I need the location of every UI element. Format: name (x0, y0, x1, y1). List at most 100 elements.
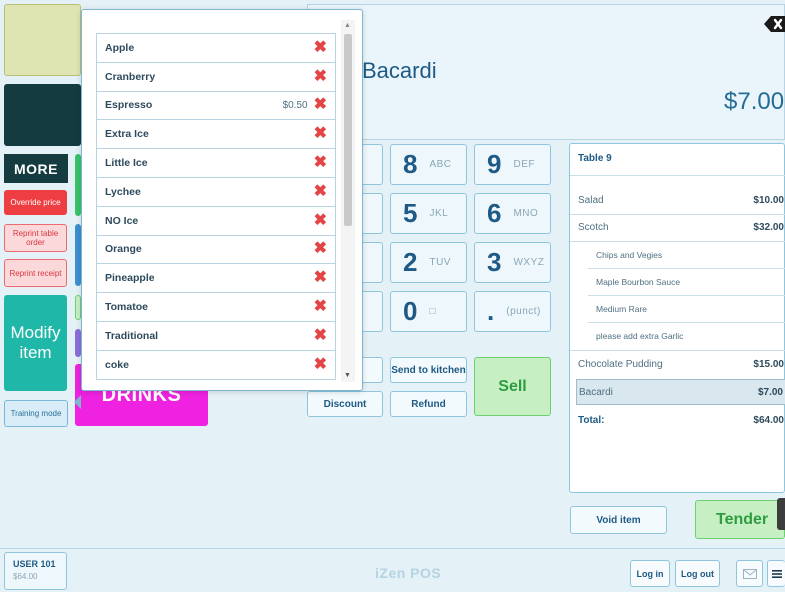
order-item-name: Salad (578, 194, 604, 206)
order-item-name: Chocolate Pudding (578, 358, 663, 370)
modify-item-button[interactable]: Modify item (4, 295, 67, 391)
order-modifier-name: please add extra Garlic (596, 331, 684, 341)
tender-label: Tender (716, 510, 769, 528)
order-line-item[interactable]: Salad $10.00 (578, 188, 784, 212)
order-line-item[interactable]: Scotch $32.00 (578, 215, 784, 239)
order-line-item[interactable]: Chocolate Pudding $15.00 (578, 352, 784, 376)
category-tile-dark[interactable] (4, 84, 81, 146)
modifier-label: Little Ice (105, 157, 148, 170)
reprint-table-order-button[interactable]: Reprint table order (4, 224, 67, 252)
close-icon[interactable]: ✖ (314, 356, 327, 373)
modifier-item[interactable]: Pineapple ✖ (97, 264, 335, 294)
brand-logo: iZen POS (375, 565, 442, 581)
close-icon[interactable]: ✖ (314, 241, 327, 257)
modifier-popup: Apple ✖ Cranberry ✖ Espresso $0.50 ✖ Extra I… (81, 9, 363, 391)
override-price-button[interactable]: Override price (4, 190, 67, 215)
order-modifier[interactable]: please add extra Garlic (596, 324, 784, 348)
modifier-item[interactable]: Apple ✖ (97, 34, 335, 63)
close-icon[interactable]: ✖ (314, 126, 327, 142)
close-icon[interactable]: ✖ (314, 212, 327, 229)
modifier-label: Lychee (105, 185, 141, 198)
modifier-item[interactable]: NO Ice ✖ (97, 207, 335, 236)
modifier-item[interactable]: Cranberry ✖ (97, 63, 335, 92)
category-tile-khaki[interactable] (4, 4, 81, 76)
order-modifier-name: Medium Rare (596, 304, 648, 314)
modifier-item[interactable]: Extra Ice ✖ (97, 120, 335, 150)
backspace-icon[interactable] (764, 16, 785, 32)
logout-button[interactable]: Log out (675, 560, 720, 587)
send-to-kitchen-button[interactable]: Send to kitchen (390, 357, 467, 383)
popup-pointer (74, 395, 81, 409)
discount-button[interactable]: Discount (307, 391, 383, 417)
tender-button[interactable]: Tender (695, 500, 785, 539)
key-digit: 2 (403, 247, 418, 277)
key-digit: . (487, 296, 495, 326)
keypad-key-2[interactable]: 2 TUV (390, 242, 467, 283)
modifier-item[interactable]: Traditional ✖ (97, 322, 335, 351)
order-modifier-name: Chips and Vegies (596, 250, 663, 260)
keypad-key-punct[interactable]: . (punct) (474, 291, 551, 332)
popup-scrollbar[interactable]: ▲ ▼ (341, 20, 355, 382)
user-name: USER 101 (13, 559, 56, 569)
modifier-label: coke (105, 358, 129, 371)
sell-button[interactable]: Sell (474, 357, 551, 416)
tender-edge-tab[interactable] (777, 498, 785, 530)
close-icon[interactable]: ✖ (314, 327, 327, 344)
current-item-price: $7.00 (724, 88, 785, 115)
user-button[interactable]: USER 101 $64.00 (4, 552, 67, 590)
keypad-key-6[interactable]: 6 MNO (474, 193, 551, 234)
mail-button[interactable] (736, 560, 763, 587)
reprint-receipt-button[interactable]: Reprint receipt (4, 259, 67, 287)
scroll-thumb[interactable] (344, 34, 352, 226)
footer-divider (0, 548, 785, 549)
order-modifier[interactable]: Medium Rare (596, 297, 784, 321)
modifier-charge: $0.50 (282, 99, 308, 111)
order-total-amount: $64.00 (753, 414, 784, 426)
modifier-item[interactable]: Tomatoe ✖ (97, 293, 335, 322)
void-item-button[interactable]: Void item (570, 506, 667, 534)
order-title: Table 9 (578, 153, 612, 164)
keypad-key-9[interactable]: 9 DEF (474, 144, 551, 185)
keypad-key-5[interactable]: 5 JKL (390, 193, 467, 234)
login-button[interactable]: Log in (630, 560, 670, 587)
keypad-key-0[interactable]: 0 □ (390, 291, 467, 332)
menu-button[interactable] (767, 560, 785, 587)
mail-icon (742, 568, 757, 579)
order-divider (588, 295, 785, 296)
modifier-label: Traditional (105, 329, 159, 342)
modifier-label: Cranberry (105, 70, 156, 83)
close-icon[interactable]: ✖ (314, 39, 327, 56)
refund-button[interactable]: Refund (390, 391, 467, 417)
modifier-item[interactable]: coke ✖ (97, 351, 335, 380)
modifier-label: Tomatoe (105, 301, 148, 314)
close-icon[interactable]: ✖ (314, 299, 327, 315)
key-digit: 0 (403, 296, 418, 326)
modifier-item[interactable]: Little Ice ✖ (97, 149, 335, 178)
order-total-label: Total: (578, 414, 605, 426)
order-modifier-name: Maple Bourbon Sauce (596, 277, 681, 287)
order-modifier[interactable]: Maple Bourbon Sauce (596, 270, 784, 294)
order-item-amount: $10.00 (753, 194, 784, 206)
scroll-down-icon[interactable]: ▼ (344, 372, 351, 379)
close-icon[interactable]: ✖ (314, 68, 327, 85)
training-mode-button[interactable]: Training mode (4, 400, 68, 427)
key-letters: □ (429, 306, 437, 317)
order-divider (588, 268, 785, 269)
modifier-item[interactable]: Espresso $0.50 ✖ (97, 92, 335, 121)
close-icon[interactable]: ✖ (314, 183, 327, 200)
close-icon[interactable]: ✖ (314, 97, 327, 113)
order-panel: Table 9 Salad $10.00 Scotch $32.00 Chips a… (569, 143, 785, 493)
order-modifier[interactable]: Chips and Vegies (596, 243, 784, 267)
keypad-key-3[interactable]: 3 WXYZ (474, 242, 551, 283)
close-icon[interactable]: ✖ (314, 270, 327, 286)
key-digit: 5 (403, 198, 418, 228)
modifier-item[interactable]: Lychee ✖ (97, 178, 335, 207)
scroll-up-icon[interactable]: ▲ (344, 22, 351, 29)
modifier-item[interactable]: Orange ✖ (97, 236, 335, 265)
hamburger-icon (771, 569, 782, 578)
close-icon[interactable]: ✖ (314, 155, 327, 171)
more-button[interactable]: MORE (4, 154, 68, 183)
keypad-key-8[interactable]: 8 ABC (390, 144, 467, 185)
user-amount: $64.00 (13, 572, 38, 581)
order-line-item-selected[interactable]: Bacardi $7.00 (576, 379, 785, 405)
